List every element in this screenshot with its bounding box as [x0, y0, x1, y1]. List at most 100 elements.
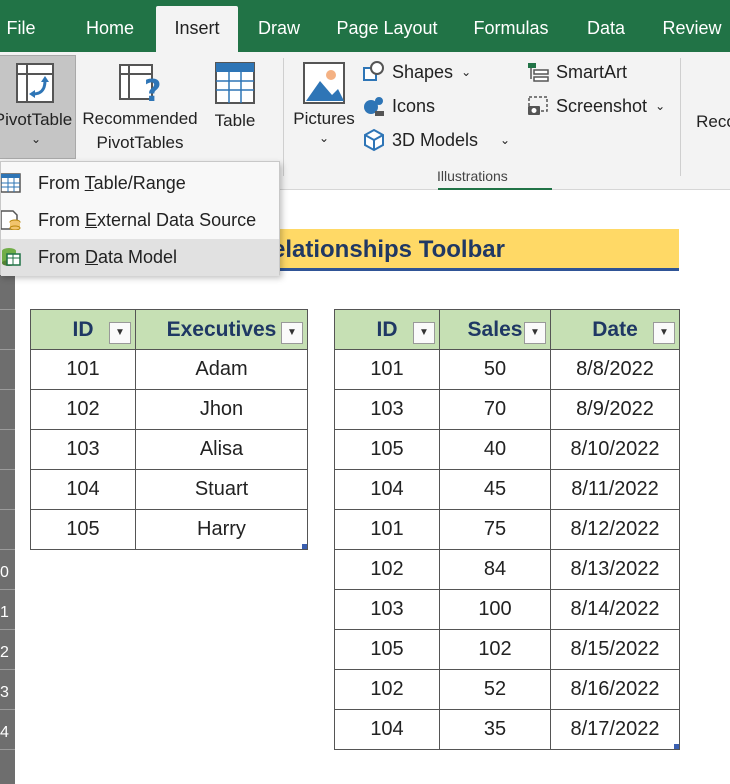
table-cell[interactable]: 52: [439, 669, 551, 710]
filter-dropdown-icon[interactable]: ▼: [281, 322, 303, 344]
tab-review[interactable]: Review: [652, 0, 730, 52]
filter-dropdown-icon[interactable]: ▼: [109, 322, 131, 344]
row-divider: [0, 349, 15, 350]
row-number[interactable]: 2: [0, 644, 15, 662]
menu-item-from-data-model[interactable]: From Data Model: [1, 239, 279, 276]
recommended-pivottables-button[interactable]: ? Recommended PivotTables: [80, 55, 200, 159]
table-cell[interactable]: 102: [334, 669, 440, 710]
row-divider: [0, 749, 15, 750]
row-divider: [0, 469, 15, 470]
table-cell[interactable]: 8/10/2022: [550, 429, 680, 470]
menu-accelerator: E: [85, 210, 98, 230]
table-cell[interactable]: 101: [334, 349, 440, 390]
table-cell[interactable]: 45: [439, 469, 551, 510]
icons-label: Icons: [392, 95, 436, 116]
table-cell[interactable]: Jhon: [135, 389, 308, 430]
row-number[interactable]: 3: [0, 684, 15, 702]
filter-dropdown-icon[interactable]: ▼: [653, 322, 675, 344]
shapes-button[interactable]: Shapes ⌄: [362, 57, 471, 87]
executives-table: ID ▼ Executives ▼ 101 Adam 102 Jhon 103 Alisa…: [30, 309, 308, 550]
screenshot-button[interactable]: Screenshot ⌄: [526, 91, 665, 121]
tab-formulas[interactable]: Formulas: [462, 0, 560, 52]
table-cell[interactable]: 8/11/2022: [550, 469, 680, 510]
table-row: 103 70 8/9/2022: [334, 389, 680, 430]
table-row: 102 Jhon: [30, 389, 308, 430]
table-cell[interactable]: 84: [439, 549, 551, 590]
table-button[interactable]: Table: [206, 55, 264, 159]
table-cell[interactable]: 102: [334, 549, 440, 590]
table-cell[interactable]: 40: [439, 429, 551, 470]
table-cell[interactable]: 101: [30, 349, 136, 390]
table-cell[interactable]: 105: [30, 509, 136, 550]
tab-insert[interactable]: Insert: [156, 6, 238, 52]
row-number[interactable]: 1: [0, 604, 15, 622]
column-header-date[interactable]: Date ▼: [550, 309, 680, 350]
data-model-icon: [2, 248, 21, 266]
table-resize-handle[interactable]: [674, 744, 679, 749]
row-number[interactable]: 0: [0, 564, 15, 582]
table-cell[interactable]: 8/8/2022: [550, 349, 680, 390]
sheet-title[interactable]: elationships Toolbar: [270, 229, 679, 271]
table-cell[interactable]: 105: [334, 429, 440, 470]
table-row: 101 75 8/12/2022: [334, 509, 680, 550]
pivottable-dropdown-menu: From Table/Range From External Data Sour…: [0, 161, 280, 276]
table-cell[interactable]: 8/12/2022: [550, 509, 680, 550]
icons-button[interactable]: Icons: [362, 91, 435, 121]
table-cell[interactable]: Harry: [135, 509, 308, 550]
table-cell[interactable]: 8/15/2022: [550, 629, 680, 670]
table-cell[interactable]: 104: [334, 469, 440, 510]
menu-item-from-external-data-source[interactable]: From External Data Source: [1, 202, 279, 239]
table-cell[interactable]: 70: [439, 389, 551, 430]
table-cell[interactable]: 8/16/2022: [550, 669, 680, 710]
tab-file[interactable]: File: [0, 0, 42, 52]
pictures-icon: [303, 62, 345, 104]
table-cell[interactable]: 103: [334, 589, 440, 630]
tab-page-layout[interactable]: Page Layout: [325, 0, 449, 52]
pictures-button[interactable]: Pictures ⌄: [292, 55, 356, 159]
table-cell[interactable]: 103: [30, 429, 136, 470]
filter-dropdown-icon[interactable]: ▼: [413, 322, 435, 344]
table-cell[interactable]: 50: [439, 349, 551, 390]
pivottable-button[interactable]: PivotTable ⌄: [0, 55, 76, 159]
table-cell[interactable]: 105: [334, 629, 440, 670]
column-header-id[interactable]: ID ▼: [334, 309, 440, 350]
smartart-button[interactable]: SmartArt: [526, 57, 627, 87]
column-header-sales[interactable]: Sales ▼: [439, 309, 551, 350]
filter-dropdown-icon[interactable]: ▼: [524, 322, 546, 344]
header-label: ID: [376, 317, 398, 341]
row-divider: [0, 709, 15, 710]
recommended-charts-button[interactable]: Reco: [696, 110, 730, 140]
table-cell[interactable]: 100: [439, 589, 551, 630]
table-cell[interactable]: 8/14/2022: [550, 589, 680, 630]
table-row: 104 Stuart: [30, 469, 308, 510]
table-cell[interactable]: 8/17/2022: [550, 709, 680, 750]
table-cell[interactable]: 103: [334, 389, 440, 430]
table-cell[interactable]: 8/9/2022: [550, 389, 680, 430]
table-cell[interactable]: 102: [30, 389, 136, 430]
menu-item-from-table-range[interactable]: From Table/Range: [1, 165, 279, 202]
chevron-down-icon: ⌄: [318, 131, 330, 145]
table-cell[interactable]: 8/13/2022: [550, 549, 680, 590]
table-cell[interactable]: Alisa: [135, 429, 308, 470]
menu-accelerator: T: [84, 173, 94, 193]
table-cell[interactable]: 104: [30, 469, 136, 510]
column-header-id[interactable]: ID ▼: [30, 309, 136, 350]
tab-data[interactable]: Data: [576, 0, 636, 52]
tab-draw[interactable]: Draw: [244, 0, 314, 52]
table-cell[interactable]: 75: [439, 509, 551, 550]
table-cell[interactable]: 101: [334, 509, 440, 550]
table-row: 104 35 8/17/2022: [334, 709, 680, 750]
table-cell[interactable]: Stuart: [135, 469, 308, 510]
table-cell[interactable]: 102: [439, 629, 551, 670]
external-data-source-icon: [1, 210, 21, 230]
row-number[interactable]: 4: [0, 724, 15, 742]
table-resize-handle[interactable]: [302, 544, 307, 549]
tab-home[interactable]: Home: [66, 0, 154, 52]
illustrations-group-label: Illustrations: [437, 168, 508, 184]
table-cell[interactable]: 35: [439, 709, 551, 750]
table-cell[interactable]: Adam: [135, 349, 308, 390]
column-header-executives[interactable]: Executives ▼: [135, 309, 308, 350]
table-row: 105 40 8/10/2022: [334, 429, 680, 470]
3d-models-button[interactable]: 3D Models ⌄: [362, 125, 510, 155]
table-cell[interactable]: 104: [334, 709, 440, 750]
